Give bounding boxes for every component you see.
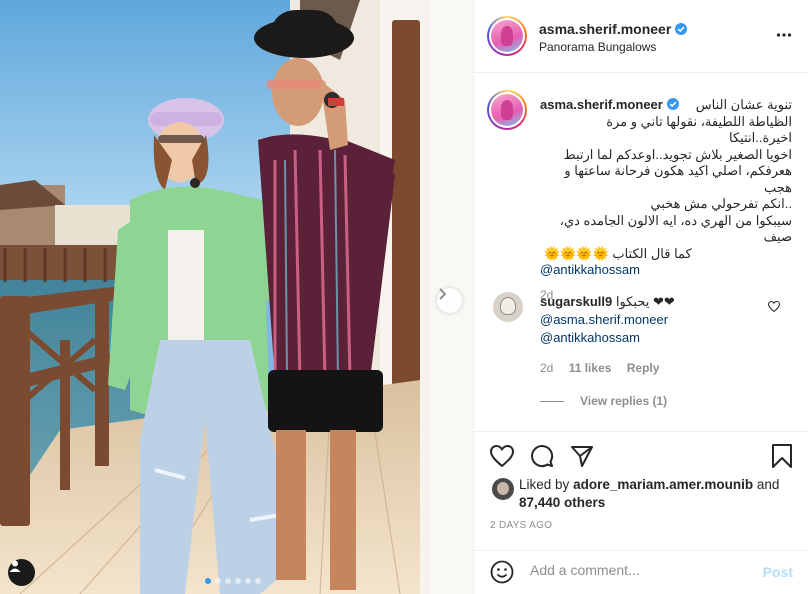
heart-icon[interactable]: [490, 445, 514, 467]
likes-summary: Liked by adore_mariam.amer.mounib and 87…: [519, 476, 799, 512]
caption-line: هعرفكم، اصلي اكيد هكون فرحانة ساعتها و ه…: [564, 163, 792, 195]
liked-by-avatar[interactable]: [492, 478, 514, 500]
post-header: asma.sherif.moneer Panorama Bungalows: [474, 0, 808, 73]
comment-likes[interactable]: 11 likes: [569, 361, 612, 375]
more-options-icon[interactable]: [776, 27, 792, 43]
comment-icon[interactable]: [530, 444, 554, 468]
reply-button[interactable]: Reply: [627, 361, 660, 375]
comment-avatar[interactable]: [493, 292, 523, 322]
liked-by-prefix: Liked by: [519, 477, 570, 492]
comments-section[interactable]: asma.sherif.moneer تنوية عشان الناس الظي…: [474, 73, 808, 431]
comment-text: يحبكوا ❤❤: [615, 294, 675, 309]
view-replies-label[interactable]: View replies (1): [580, 394, 667, 408]
comment-mention[interactable]: @asma.sherif.moneer: [540, 311, 760, 329]
liked-by-joiner: and: [756, 477, 780, 492]
post-comment-button[interactable]: Post: [763, 564, 793, 580]
author-avatar[interactable]: [487, 16, 527, 56]
heart-icon[interactable]: [768, 301, 780, 312]
comment-time[interactable]: 2d: [540, 361, 553, 375]
caption-avatar[interactable]: [487, 90, 527, 130]
view-replies[interactable]: View replies (1): [540, 394, 667, 408]
carousel-dot: [255, 578, 261, 584]
next-arrow-icon[interactable]: [437, 288, 462, 313]
replies-divider: [540, 401, 564, 403]
carousel-dot: [225, 578, 231, 584]
carousel-dot: [235, 578, 241, 584]
caption-line: الظياطة اللطيفة، نقولها تاني و مرة اخيرة…: [606, 113, 792, 146]
comment: sugarskull9 يحبكوا ❤❤ @asma.sherif.monee…: [540, 293, 760, 347]
verified-badge-icon: [666, 98, 679, 110]
author-username[interactable]: asma.sherif.moneer: [539, 21, 671, 37]
caption-line: تنوية عشان الناس: [695, 97, 792, 112]
user-tag-icon[interactable]: [8, 559, 35, 586]
action-bar: [474, 431, 808, 481]
caption-line: ..انكم تفرحولي مش هخبي: [650, 196, 792, 211]
comment-mention[interactable]: @antikkahossam: [540, 329, 760, 347]
bookmark-icon[interactable]: [771, 444, 793, 468]
verified-badge-icon: [675, 23, 688, 35]
caption-username[interactable]: asma.sherif.moneer: [540, 97, 663, 112]
post-location[interactable]: Panorama Bungalows: [539, 40, 656, 54]
caption-line: اخويا الصغير بلاش تجويد..اوعدكم لما ارتب…: [563, 146, 792, 162]
post-photo[interactable]: [0, 0, 473, 594]
caption-line: سيبكوا من الهري ده، ايه الالون الجامده د…: [559, 212, 792, 245]
carousel-indicator: [205, 578, 261, 584]
post-date[interactable]: 2 DAYS AGO: [490, 520, 552, 531]
comment-input[interactable]: [530, 562, 740, 578]
comment-meta: 2d 11 likes Reply: [540, 361, 659, 375]
carousel-dot: [215, 578, 221, 584]
comment-username[interactable]: sugarskull9: [540, 294, 612, 309]
share-icon[interactable]: [570, 444, 594, 468]
photo-scene: [0, 0, 473, 594]
carousel-dot: [205, 578, 211, 584]
emoji-icon[interactable]: [490, 560, 514, 584]
liked-by-user[interactable]: adore_mariam.amer.mounib: [573, 477, 753, 492]
likes-count[interactable]: 87,440 others: [519, 495, 605, 510]
post-details-panel: asma.sherif.moneer Panorama Bungalows as…: [473, 0, 808, 594]
caption-line: كما قال الكتاب 🌞🌞🌞🌞: [544, 245, 692, 261]
caption-mention[interactable]: @antikkahossam: [540, 262, 792, 279]
carousel-dot: [245, 578, 251, 584]
caption: asma.sherif.moneer تنوية عشان الناس الظي…: [540, 97, 792, 303]
add-comment-bar: Post: [474, 550, 808, 594]
